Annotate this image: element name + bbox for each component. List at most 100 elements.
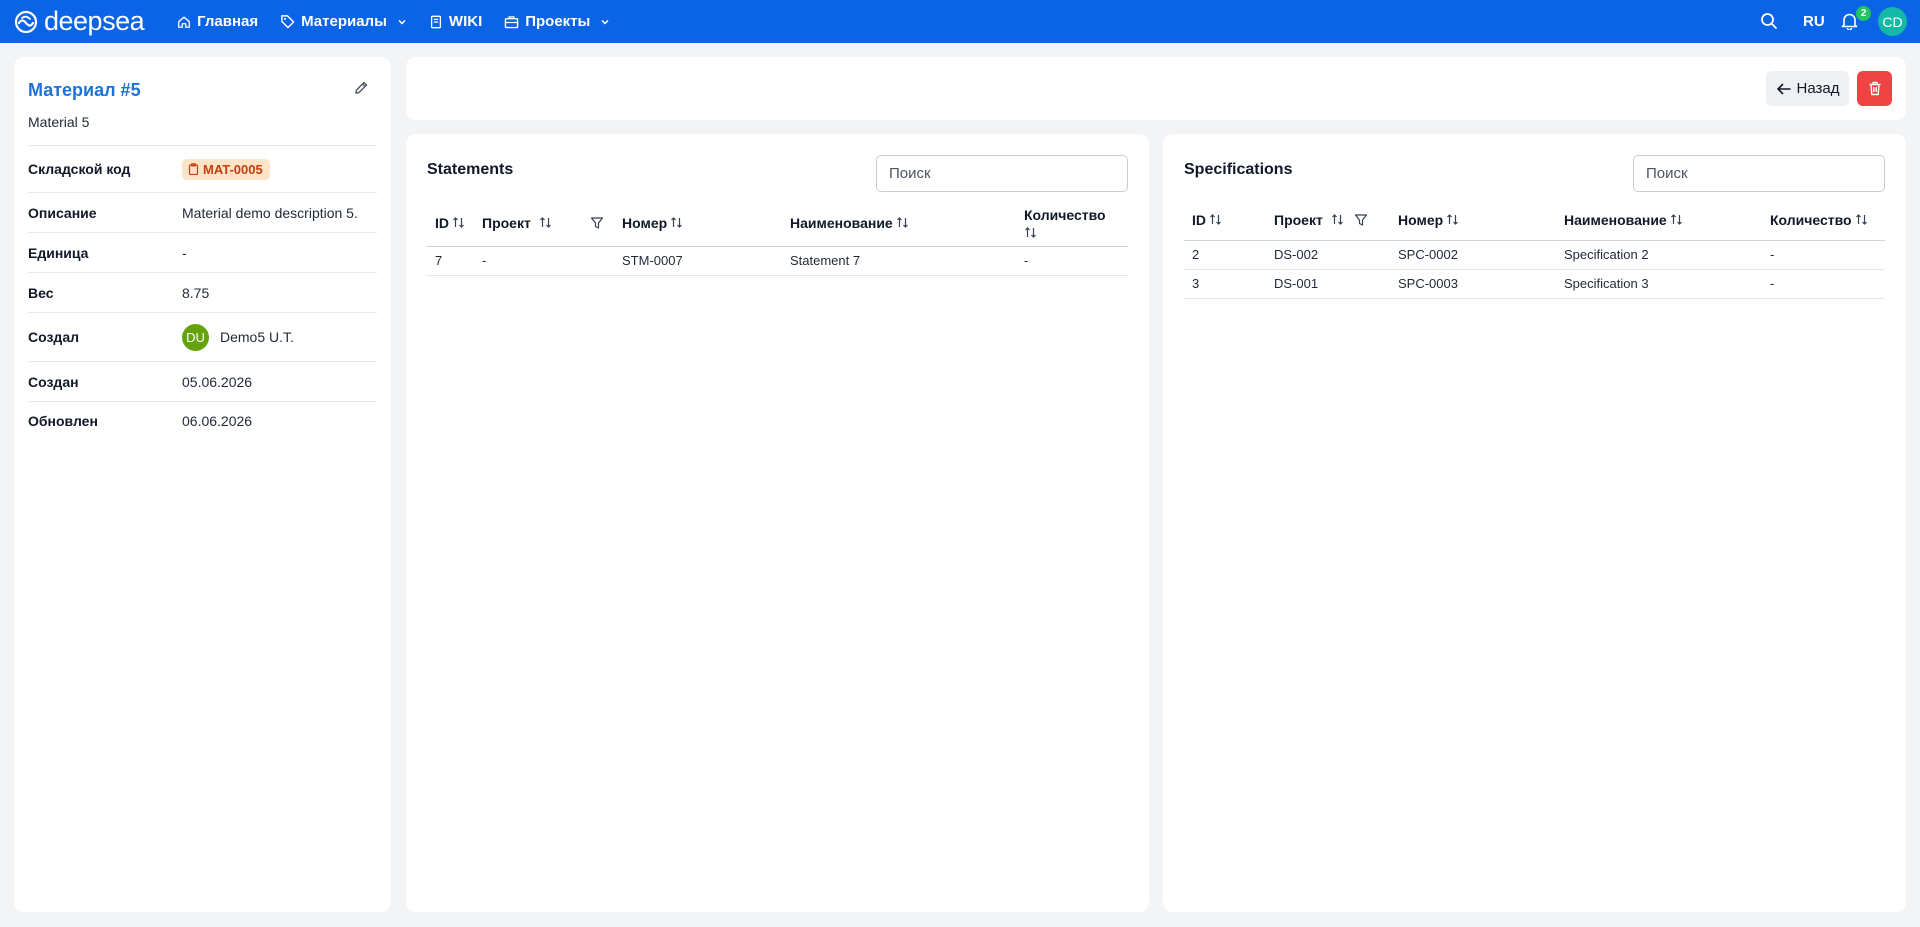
prop-value: 8.75: [182, 284, 210, 301]
sort-icon[interactable]: [539, 216, 552, 229]
prop-row-created-by: Создал DU Demo5 U.T.: [28, 312, 377, 361]
statements-panel: Statements ID Проект Номер Наименование …: [406, 134, 1149, 912]
prop-label: Создан: [28, 373, 79, 390]
clipboard-icon: [188, 163, 199, 175]
prop-label: Складской код: [28, 161, 131, 177]
sort-icon[interactable]: [1855, 213, 1868, 226]
cell-project: -: [474, 246, 614, 276]
col-number-header[interactable]: Номер: [1390, 200, 1556, 241]
specifications-title: Specifications: [1184, 161, 1293, 178]
col-project-header[interactable]: Проект: [474, 200, 614, 247]
prop-value: Material demo description 5.: [182, 204, 358, 221]
column-label: ID: [1192, 211, 1206, 228]
sort-icon[interactable]: [1209, 213, 1222, 226]
table-row[interactable]: 7 - STM-0007 Statement 7 -: [427, 246, 1128, 276]
column-label: Наименование: [790, 214, 893, 231]
prop-label: Создал: [28, 329, 80, 345]
back-button[interactable]: Назад: [1766, 71, 1849, 106]
nav-projects[interactable]: Проекты: [504, 0, 610, 43]
nav-projects-label: Проекты: [525, 13, 591, 30]
prop-value: 06.06.2026: [182, 412, 253, 429]
prop-row-description: Описание Material demo description 5.: [28, 192, 377, 232]
cell-project: DS-002: [1266, 240, 1390, 270]
avatar: DU: [182, 323, 209, 351]
cell-name: Statement 7: [782, 246, 1016, 276]
tag-icon: [280, 14, 295, 29]
notification-badge: 2: [1856, 6, 1871, 21]
col-quantity-header[interactable]: Количество: [1016, 200, 1128, 247]
home-icon: [177, 15, 191, 29]
language-switcher[interactable]: RU: [1803, 13, 1825, 30]
column-label: Количество: [1770, 211, 1852, 228]
cell-quantity: -: [1762, 269, 1885, 299]
sort-icon[interactable]: [670, 216, 683, 229]
cell-quantity: -: [1762, 240, 1885, 270]
cell-id: 7: [427, 246, 474, 276]
sort-icon[interactable]: [1446, 213, 1459, 226]
sort-icon[interactable]: [1670, 213, 1683, 226]
prop-label: Вес: [28, 284, 54, 301]
warehouse-code-badge: MAT-0005: [182, 158, 270, 180]
prop-row-warehouse-code: Складской код MAT-0005: [28, 145, 377, 192]
brand-logo[interactable]: deepsea: [14, 0, 145, 43]
prop-label: Единица: [28, 244, 89, 261]
creator-name: Demo5 U.T.: [220, 329, 294, 345]
delete-button[interactable]: [1857, 71, 1892, 106]
book-icon: [429, 15, 443, 29]
cell-id: 3: [1184, 269, 1266, 299]
material-subtitle: Material 5: [28, 114, 90, 130]
column-label: Количество: [1024, 206, 1106, 223]
cell-quantity: -: [1016, 246, 1128, 276]
nav-materials-label: Материалы: [301, 13, 387, 30]
sort-icon[interactable]: [896, 216, 909, 229]
column-label: Проект: [1274, 211, 1323, 228]
sort-icon[interactable]: [1331, 213, 1344, 226]
nav-wiki[interactable]: WIKI: [429, 0, 482, 43]
col-id-header[interactable]: ID: [427, 200, 474, 247]
material-details-card: Материал #5 Material 5 Складской код MAT…: [14, 57, 391, 912]
table-row[interactable]: 2 DS-002 SPC-0002 Specification 2 -: [1184, 240, 1885, 270]
cell-project: DS-001: [1266, 269, 1390, 299]
table-header-row: ID Проект Номер Наименование Количество: [427, 200, 1128, 247]
search-icon[interactable]: [1760, 12, 1778, 35]
pencil-icon[interactable]: [353, 80, 369, 101]
nav-home-label: Главная: [197, 13, 259, 30]
specifications-panel: Specifications ID Проект Номер Наименова…: [1163, 134, 1906, 912]
nav-materials[interactable]: Материалы: [280, 0, 407, 43]
column-label: Номер: [1398, 211, 1444, 228]
sort-icon[interactable]: [1024, 226, 1037, 239]
user-avatar[interactable]: CD: [1878, 7, 1907, 36]
col-number-header[interactable]: Номер: [614, 200, 782, 247]
briefcase-icon: [504, 15, 519, 29]
chevron-down-icon: [600, 17, 610, 27]
statements-title: Statements: [427, 161, 514, 178]
col-id-header[interactable]: ID: [1184, 200, 1266, 241]
prop-value: MAT-0005: [182, 158, 270, 180]
brand-name: deepsea: [44, 6, 145, 36]
chevron-down-icon: [397, 17, 407, 27]
prop-label: Описание: [28, 204, 97, 221]
actions-card: Назад: [406, 57, 1906, 120]
filter-icon[interactable]: [1354, 213, 1368, 227]
main-nav: Главная Материалы WIKI Проекты: [177, 0, 632, 43]
sort-icon[interactable]: [452, 216, 465, 229]
cell-id: 2: [1184, 240, 1266, 270]
prop-row-weight: Вес 8.75: [28, 272, 377, 312]
table-row[interactable]: 3 DS-001 SPC-0003 Specification 3 -: [1184, 269, 1885, 299]
cell-number: SPC-0003: [1390, 269, 1556, 299]
deepsea-logo-icon: [14, 10, 38, 33]
specifications-search-input[interactable]: [1633, 155, 1885, 192]
col-project-header[interactable]: Проект: [1266, 200, 1390, 241]
col-quantity-header[interactable]: Количество: [1762, 200, 1885, 241]
cell-name: Specification 3: [1556, 269, 1762, 299]
column-label: ID: [435, 214, 449, 231]
warehouse-code-text: MAT-0005: [203, 161, 263, 177]
filter-icon[interactable]: [590, 216, 604, 230]
col-name-header[interactable]: Наименование: [1556, 200, 1762, 241]
statements-search-input[interactable]: [876, 155, 1128, 192]
nav-home[interactable]: Главная: [177, 0, 258, 43]
statements-table: ID Проект Номер Наименование Количество …: [427, 200, 1128, 276]
trash-icon: [1869, 81, 1880, 96]
col-name-header[interactable]: Наименование: [782, 200, 1016, 247]
prop-row-updated: Обновлен 06.06.2026: [28, 401, 377, 439]
